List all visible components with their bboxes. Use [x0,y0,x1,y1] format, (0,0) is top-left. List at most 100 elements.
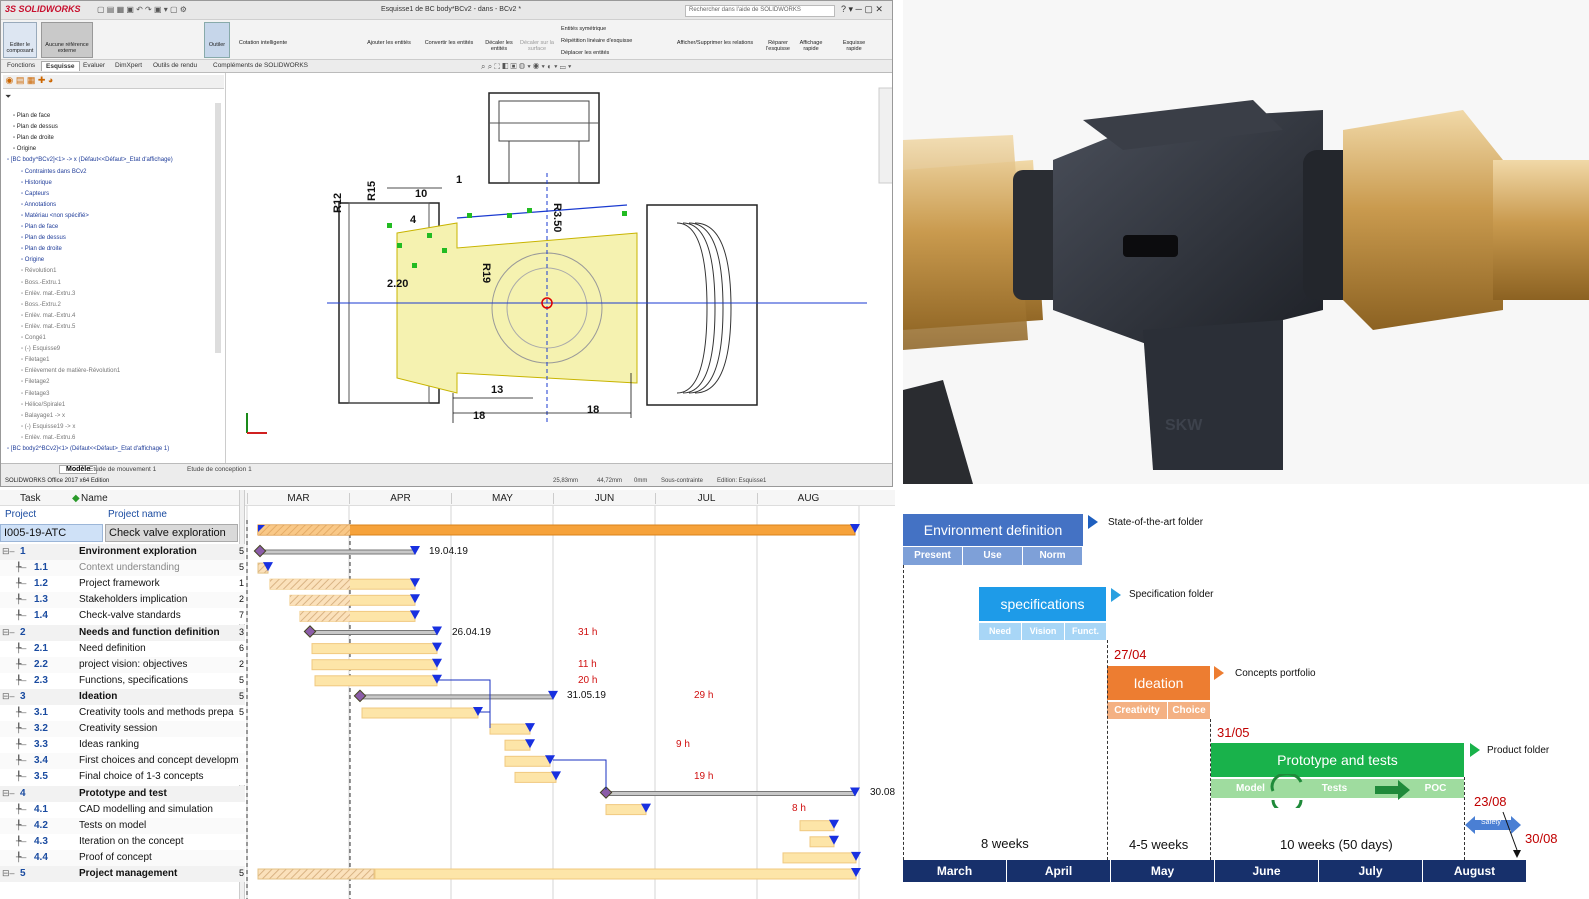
tree-item[interactable]: ▫ Origine [21,257,44,263]
dim-label: R19 [480,263,492,283]
dim-label: R12 [332,193,344,213]
tree-item-label: Filetage1 [24,357,50,364]
mirror-button[interactable]: Entités symétrique [561,26,661,32]
dim-label: 10 [415,188,427,200]
mirror-entities-button[interactable]: Ajouter les entités [363,40,415,46]
task-bar [514,771,557,783]
milestone-diamond [353,689,367,703]
tree-item[interactable]: ▫ Matériau <non spécifié> [21,213,89,219]
convert-entities-button[interactable]: Convertir les entités [421,40,477,46]
tree-item[interactable]: ▫ Annotations [21,202,56,208]
tree-item[interactable]: ▫ Contraintes dans BCv2 [21,169,87,175]
milestone-diamond [303,625,317,638]
tree-item[interactable]: ▫ Origine [13,146,36,152]
panel-tabs[interactable]: ◉ ▤ ▦ ✚ ◕ [3,75,224,89]
tree-item[interactable]: ▫ [BC body^BCv2]<1> -> x (Défaut<<Défaut… [7,157,173,163]
task-bar-done [270,579,350,590]
offset-surface-button[interactable]: Décaler sur la surface [519,40,555,52]
tree-item[interactable]: ▫ Hélice/Spirale1 [21,402,65,408]
tree-item[interactable]: ▫ Plan de dessus [21,235,66,241]
tab-render-tools[interactable]: Outils de rendu [149,61,201,70]
tree-item[interactable]: ▫ Enlèvement de matière-Révolution1 [21,368,120,374]
dim-label: R15 [366,181,378,201]
sketch-button[interactable] [204,22,230,58]
dependency-link [553,759,607,790]
duration-label: 10 weeks (50 days) [1280,837,1393,852]
feature-manager-tree: ◉ ▤ ▦ ✚ ◕ ⏷ ▫ Plan de face ▫ Plan de dess… [1,73,226,463]
help-search-input[interactable]: Rechercher dans l'aide de SOLIDWORKS [685,5,835,17]
tree-item[interactable]: ▫ [BC body2^BCv2]<1> (Défaut<<Défaut>_Et… [7,446,169,452]
quick-access-toolbar[interactable]: ▢ ▤ ▦ ▣ ↶ ↷ ▣ ▾ ▢ ⚙ [97,5,187,14]
display-relations-button[interactable]: Afficher/Supprimer les relations [669,40,761,46]
tree-item-label: [BC body2^BCv2]<1> (Défaut<<Défaut>_Etat… [10,446,170,452]
tab-evaluate[interactable]: Evaluer [79,61,109,70]
tree-item[interactable]: ▫ (-) Esquisse9 [21,346,60,352]
phase-prototype: Prototype and tests [1211,743,1464,777]
tab-motion-study[interactable]: Etude de mouvement 1 [89,466,156,473]
solidworks-window: 3S SOLIDWORKS ▢ ▤ ▦ ▣ ↶ ↷ ▣ ▾ ▢ ⚙ Esquis… [0,0,893,487]
tree-item-label: Enlèv. mat.-Extru.3 [24,290,76,297]
smart-dimension-button[interactable]: Cotation intelligente [233,40,293,46]
tree-item[interactable]: ▫ Balayage1 -> x [21,413,65,419]
tree-item[interactable]: ▫ Enlèv. mat.-Extru.6 [21,435,75,441]
prototype-photo: SKW [903,0,1589,484]
tree-item[interactable]: ▫ (-) Esquisse19 -> x [21,424,75,430]
task-bar [311,659,438,671]
offset-entities-button[interactable]: Décaler les entités [481,40,517,52]
task-pane-tabs[interactable] [878,87,893,184]
tree-item-label: Balayage1 -> x [24,412,65,419]
tree-item-label: Capteurs [24,190,50,197]
deadline-label: 30/08 [1525,831,1558,846]
tree-item[interactable]: ▫ Enlèv. mat.-Extru.4 [21,313,75,319]
tree-item[interactable]: ▫ Boss.-Extru.1 [21,280,61,286]
svg-text:SKW: SKW [1165,417,1203,434]
tree-scrollbar[interactable] [215,103,221,353]
tree-item[interactable]: ▫ Filetage1 [21,357,49,363]
status-constraint: Sous-contrainte [661,478,704,484]
tab-features[interactable]: Fonctions [3,61,39,70]
tree-item[interactable]: ▫ Plan de dessus [13,124,58,130]
tree-item-label: Plan de face [24,224,59,230]
cad-drawing[interactable]: R12 R15 10 1 R3.50 2.20 R19 13 18 18 4 [227,73,893,463]
tree-item[interactable]: ▫ Plan de face [13,113,50,119]
tree-item[interactable]: ▫ Plan de droite [21,246,62,252]
tree-item[interactable]: ▫ Filetage3 [21,391,49,397]
tab-dimxpert[interactable]: DimXpert [111,61,146,70]
task-bar-done [290,595,350,606]
tree-item[interactable]: ▫ Capteurs [21,191,49,197]
window-controls[interactable]: ? ▾ ─ ▢ ✕ [841,4,883,15]
tree-item-label: Enlèv. mat.-Extru.5 [24,323,76,330]
move-entities-button[interactable]: Déplacer les entités [561,50,661,56]
tree-item[interactable]: ▫ Congé1 [21,335,46,341]
date-label: 30.08 [870,787,895,798]
repair-sketch-button[interactable]: Réparer l'esquisse [763,40,793,52]
folder-arrow [1470,743,1480,757]
linear-pattern-button[interactable]: Répétition linéaire d'esquisse [561,38,661,44]
tree-item[interactable]: ▫ Enlèv. mat.-Extru.5 [21,324,75,330]
tree-item-label: Congé1 [24,335,46,341]
tree-item[interactable]: ▫ Plan de droite [13,135,54,141]
sub-vision: Vision [1022,623,1064,640]
filter-icon[interactable]: ⏷ [5,92,11,102]
tab-addins[interactable]: Compléments de SOLIDWORKS [209,61,312,70]
tab-sketch[interactable]: Esquisse [41,61,80,71]
dependency-link [478,711,491,728]
tree-item-label: [BC body^BCv2]<1> -> x (Défaut<<Défaut>_… [10,157,173,164]
milestone-line [1464,777,1465,860]
rapid-sketch-button[interactable]: Esquisse rapide [839,40,869,52]
duration-label: 4-5 weeks [1129,837,1189,852]
tree-item[interactable]: ▫ Enlèv. mat.-Extru.3 [21,291,75,297]
heads-up-view-toolbar[interactable]: ⌕ ⌕ ⛶ ◧ ▣ ◍ ▾ ◉ ▾ ◐ ▾ ▭ ▾ [481,62,571,72]
tab-design-study[interactable]: Etude de conception 1 [187,466,252,473]
safety-label: Safety [1481,819,1501,826]
tree-item[interactable]: ▫ Boss.-Extru.2 [21,302,61,308]
tree-item-label: Contraintes dans BCv2 [24,168,87,175]
quick-snaps-button[interactable]: Affichage rapide [796,40,826,52]
tree-item[interactable]: ▫ Plan de face [21,224,58,230]
folder-label: Concepts portfolio [1235,668,1316,679]
folder-label: State-of-the-art folder [1108,517,1204,528]
tree-item[interactable]: ▫ Filetage2 [21,379,49,385]
tree-item[interactable]: ▫ Révolution1 [21,268,56,274]
window-title: Esquisse1 de BC body*BCv2 - dans - BCv2 … [381,6,522,13]
tree-item[interactable]: ▫ Historique [21,180,52,186]
